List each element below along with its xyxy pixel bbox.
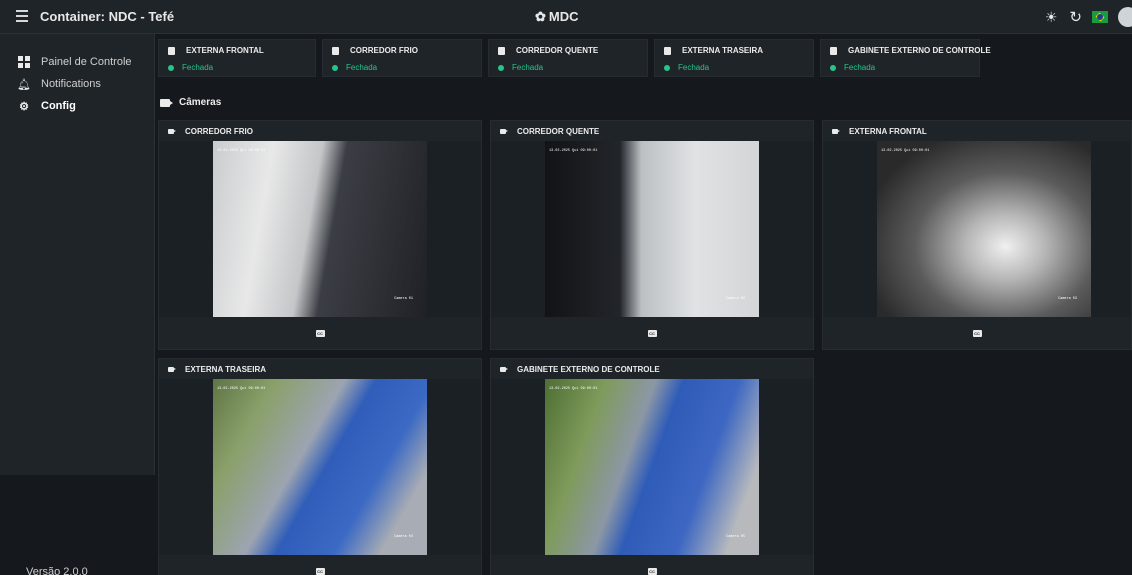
feed-camera-label: Camera 05 [726,535,745,539]
door-icon [498,46,505,55]
camera-name: GABINETE EXTERNO DE CONTROLE [517,364,660,374]
status-dot-icon [498,64,504,71]
camera-feed[interactable]: 13-02-2025 Qui 09:00:01 Camera 05 [545,379,759,555]
camera-name: EXTERNA FRONTAL [849,126,927,136]
sensor-status: Fechada [182,63,214,72]
closed-caption-icon[interactable]: CC [647,567,657,575]
status-dot-icon [332,64,338,71]
brand-logo: ✿ MDC [535,9,579,25]
door-icon [830,46,837,55]
door-icon [168,46,175,55]
sidebar-item-label: Notifications [41,78,101,90]
sensor-card-corredor-frio[interactable]: CORREDOR FRIO Fechada [322,39,482,77]
camera-name: EXTERNA TRASEIRA [185,364,267,374]
camera-feed[interactable]: 13-02-2025 Qui 09:00:01 Camera 04 [213,379,427,555]
feed-timestamp: 13-02-2025 Qui 09:00:01 [549,149,598,153]
closed-caption-icon[interactable]: CC [647,329,657,337]
door-icon [664,46,671,55]
brand-name: MDC [548,9,579,24]
video-camera-icon [500,366,508,372]
feed-timestamp: 13-02-2025 Qui 09:00:01 [881,149,930,153]
feed-timestamp: 13-02-2025 Qui 09:00:01 [217,387,266,391]
sensor-name: EXTERNA FRONTAL [186,46,264,55]
feed-camera-label: Camera 01 [394,297,413,301]
camera-card-gabinete-externo-de-controle[interactable]: GABINETE EXTERNO DE CONTROLE 13-02-2025 … [490,358,814,575]
sensor-name: CORREDOR QUENTE [516,46,599,55]
status-dot-icon [830,64,836,71]
top-bar: Container: NDC - Tefé ✿ MDC ☀ ↻ [0,0,1132,34]
status-dot-icon [168,64,174,71]
camera-card-externa-traseira[interactable]: EXTERNA TRASEIRA 13-02-2025 Qui 09:00:01… [158,358,482,575]
feed-camera-label: Camera 03 [1058,297,1077,301]
door-icon [332,46,339,55]
sidebar-item-notifications[interactable]: 🔔︎ Notifications [17,76,101,92]
sensor-status: Fechada [678,63,710,72]
container-title: Container: NDC - Tefé [40,9,175,24]
sidebar: Painel de Controle 🔔︎ Notifications ⚙ Co… [0,34,155,475]
sensor-name: EXTERNA TRASEIRA [682,46,764,55]
bell-icon: 🔔︎ [17,78,31,91]
dashboard-grid-icon [18,56,30,68]
camera-feed[interactable]: 13-02-2025 Qui 09:00:01 Camera 02 [545,141,759,317]
top-actions: ☀ ↻ [1045,7,1132,27]
feed-timestamp: 13-02-2025 Qui 09:00:01 [217,149,266,153]
video-camera-icon [832,128,840,134]
sensor-name: GABINETE EXTERNO DE CONTROLE [848,46,991,55]
sidebar-item-painel-de-controle[interactable]: Painel de Controle [18,54,132,70]
closed-caption-icon[interactable]: CC [315,567,325,575]
user-avatar[interactable] [1118,7,1132,27]
camera-feed[interactable]: 13-02-2025 Qui 09:00:01 Camera 03 [877,141,1091,317]
theme-toggle-sun-icon[interactable]: ☀ [1045,9,1058,26]
section-title-label: Câmeras [179,97,222,108]
app-version: Versão 2.0.0 [26,566,88,575]
sensor-card-externa-traseira[interactable]: EXTERNA TRASEIRA Fechada [654,39,814,77]
camera-card-externa-frontal[interactable]: EXTERNA FRONTAL 13-02-2025 Qui 09:00:01 … [822,120,1132,350]
video-camera-icon [168,128,176,134]
sensor-status: Fechada [346,63,378,72]
feed-timestamp: 13-02-2025 Qui 09:00:01 [549,387,598,391]
camera-feed[interactable]: 13-02-2025 Qui 09:00:01 Camera 01 [213,141,427,317]
sidebar-item-label: Config [41,100,76,112]
sensor-card-corredor-quente[interactable]: CORREDOR QUENTE Fechada [488,39,648,77]
cameras-section-title: Câmeras [160,97,221,108]
gear-icon: ✿ [535,9,546,24]
camera-name: CORREDOR QUENTE [517,126,600,136]
sensor-name: CORREDOR FRIO [350,46,418,55]
sensor-status: Fechada [512,63,544,72]
camera-card-corredor-quente[interactable]: CORREDOR QUENTE 13-02-2025 Qui 09:00:01 … [490,120,814,350]
video-camera-icon [168,366,176,372]
closed-caption-icon[interactable]: CC [315,329,325,337]
refresh-icon[interactable]: ↻ [1069,8,1082,26]
brazil-flag-language-icon[interactable] [1092,11,1108,23]
sidebar-item-label: Painel de Controle [41,56,132,68]
status-dot-icon [664,64,670,71]
hamburger-menu-icon[interactable] [16,10,28,22]
closed-caption-icon[interactable]: CC [972,329,982,337]
sidebar-item-config[interactable]: ⚙ Config [18,98,76,114]
feed-camera-label: Camera 04 [394,535,413,539]
feed-camera-label: Camera 02 [726,297,745,301]
video-camera-icon [500,128,508,134]
sensor-status: Fechada [844,63,876,72]
camera-card-corredor-frio[interactable]: CORREDOR FRIO 13-02-2025 Qui 09:00:01 Ca… [158,120,482,350]
gear-icon: ⚙ [19,100,29,113]
sensor-card-externa-frontal[interactable]: EXTERNA FRONTAL Fechada [158,39,316,77]
camera-name: CORREDOR FRIO [185,126,253,136]
video-camera-icon [160,98,173,107]
sensor-card-gabinete-externo-de-controle[interactable]: GABINETE EXTERNO DE CONTROLE Fechada [820,39,991,77]
